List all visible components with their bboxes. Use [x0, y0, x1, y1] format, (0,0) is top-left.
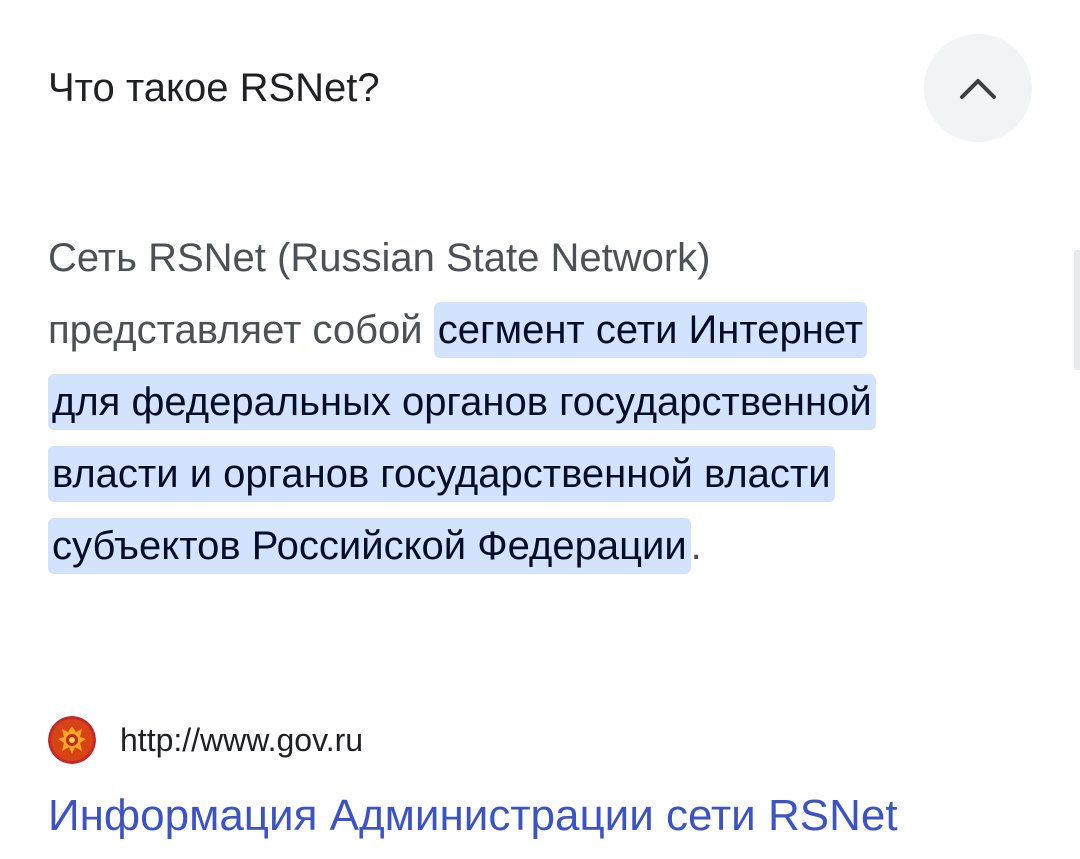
answer-trailing-text: . [690, 524, 702, 568]
scrollbar[interactable] [1074, 250, 1080, 370]
answer-snippet: Сеть RSNet (Russian State Network) предс… [48, 222, 928, 582]
question-header[interactable]: Что такое RSNet? [0, 0, 1080, 180]
source-row[interactable]: http://www.gov.ru [48, 714, 363, 766]
result-title-link[interactable]: Информация Администрации сети RSNet [48, 786, 898, 846]
russian-coat-of-arms-icon [48, 716, 96, 764]
source-url[interactable]: http://www.gov.ru [120, 722, 363, 759]
chevron-up-icon [960, 79, 996, 99]
collapse-button[interactable] [924, 34, 1032, 142]
question-title: Что такое RSNet? [48, 66, 380, 110]
